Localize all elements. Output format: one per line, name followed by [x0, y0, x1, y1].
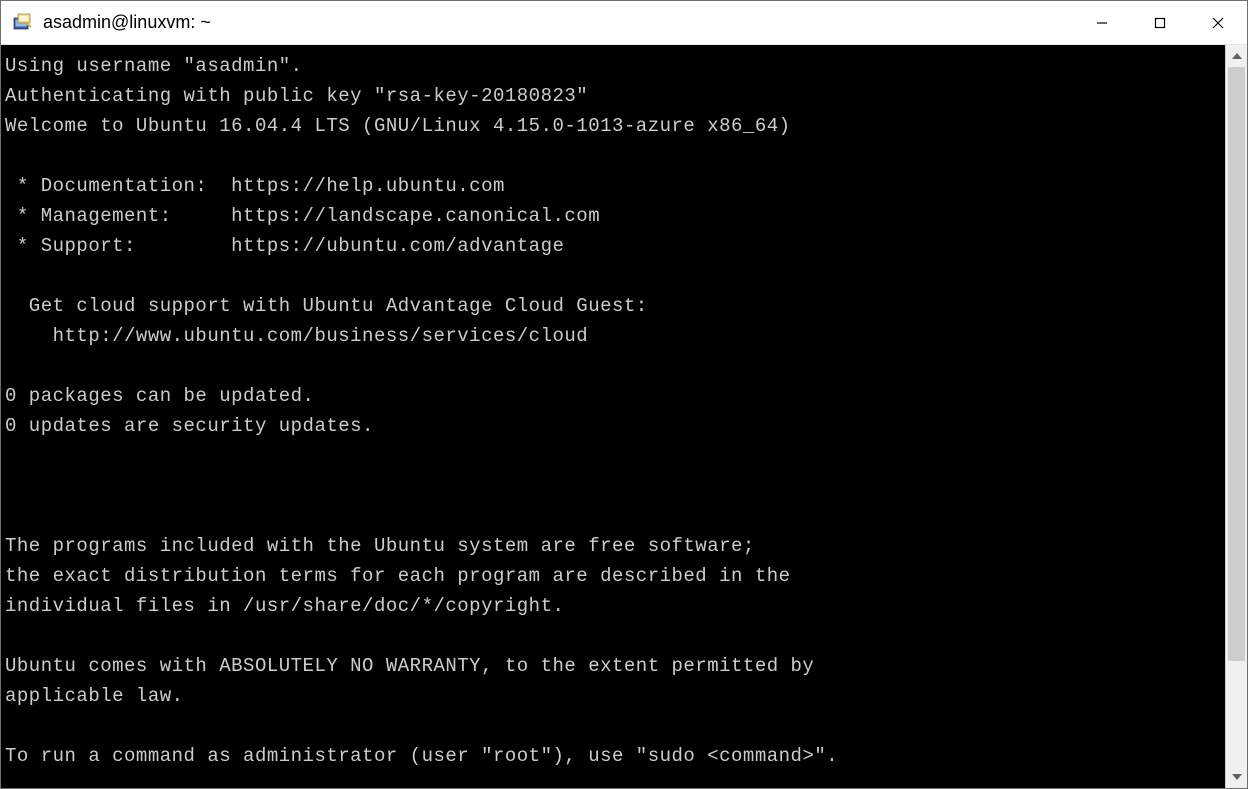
scrollbar-down-arrow-icon[interactable]: [1226, 766, 1247, 788]
scrollbar-thumb[interactable]: [1228, 67, 1245, 661]
putty-window: asadmin@linuxvm: ~ Using username "asadm…: [0, 0, 1248, 789]
minimize-button[interactable]: [1073, 1, 1131, 44]
terminal-output[interactable]: Using username "asadmin". Authenticating…: [1, 45, 1225, 788]
vertical-scrollbar[interactable]: [1225, 45, 1247, 788]
titlebar[interactable]: asadmin@linuxvm: ~: [1, 1, 1247, 45]
close-button[interactable]: [1189, 1, 1247, 44]
terminal-container: Using username "asadmin". Authenticating…: [1, 45, 1247, 788]
maximize-button[interactable]: [1131, 1, 1189, 44]
scrollbar-track[interactable]: [1226, 67, 1247, 766]
window-title: asadmin@linuxvm: ~: [43, 12, 1073, 33]
scrollbar-up-arrow-icon[interactable]: [1226, 45, 1247, 67]
window-controls: [1073, 1, 1247, 44]
putty-icon: [11, 11, 35, 35]
